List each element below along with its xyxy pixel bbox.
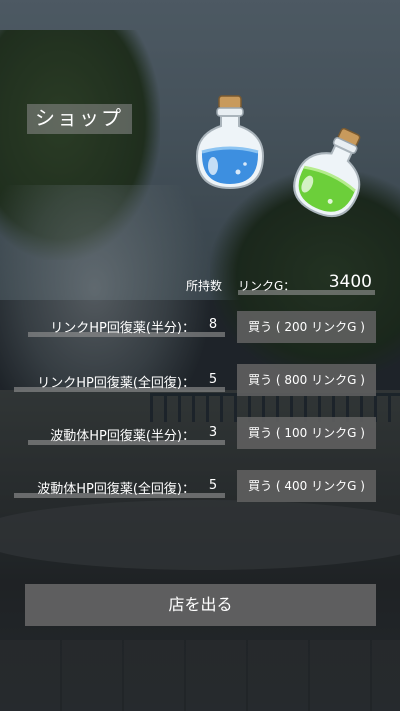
item-owned-count: 8 bbox=[208, 317, 218, 332]
exit-shop-button[interactable]: 店を出る bbox=[25, 584, 376, 626]
item-name: 波動体HP回復薬(全回復)： bbox=[37, 482, 195, 497]
page-title: ショップ bbox=[35, 106, 123, 130]
buy-button[interactable]: 買う ( 800 リンクG ) bbox=[237, 364, 376, 396]
green-potion-icon bbox=[293, 128, 361, 218]
item-owned-count: 5 bbox=[208, 478, 218, 493]
item-name: リンクHP回復薬(全回復)： bbox=[37, 376, 195, 391]
item-name: 波動体HP回復薬(半分)： bbox=[50, 429, 195, 444]
buy-button[interactable]: 買う ( 100 リンクG ) bbox=[237, 417, 376, 449]
currency-label: リンクG： bbox=[238, 279, 296, 293]
blue-potion-icon bbox=[195, 95, 265, 190]
buy-button[interactable]: 買う ( 400 リンクG ) bbox=[237, 470, 376, 502]
buy-button[interactable]: 買う ( 200 リンクG ) bbox=[237, 311, 376, 343]
owned-label: 所持数 bbox=[186, 279, 223, 293]
currency-amount: 3400 bbox=[328, 272, 372, 292]
item-owned-count: 5 bbox=[208, 372, 218, 387]
item-owned-count: 3 bbox=[208, 425, 218, 440]
item-name: リンクHP回復薬(半分)： bbox=[50, 321, 195, 336]
